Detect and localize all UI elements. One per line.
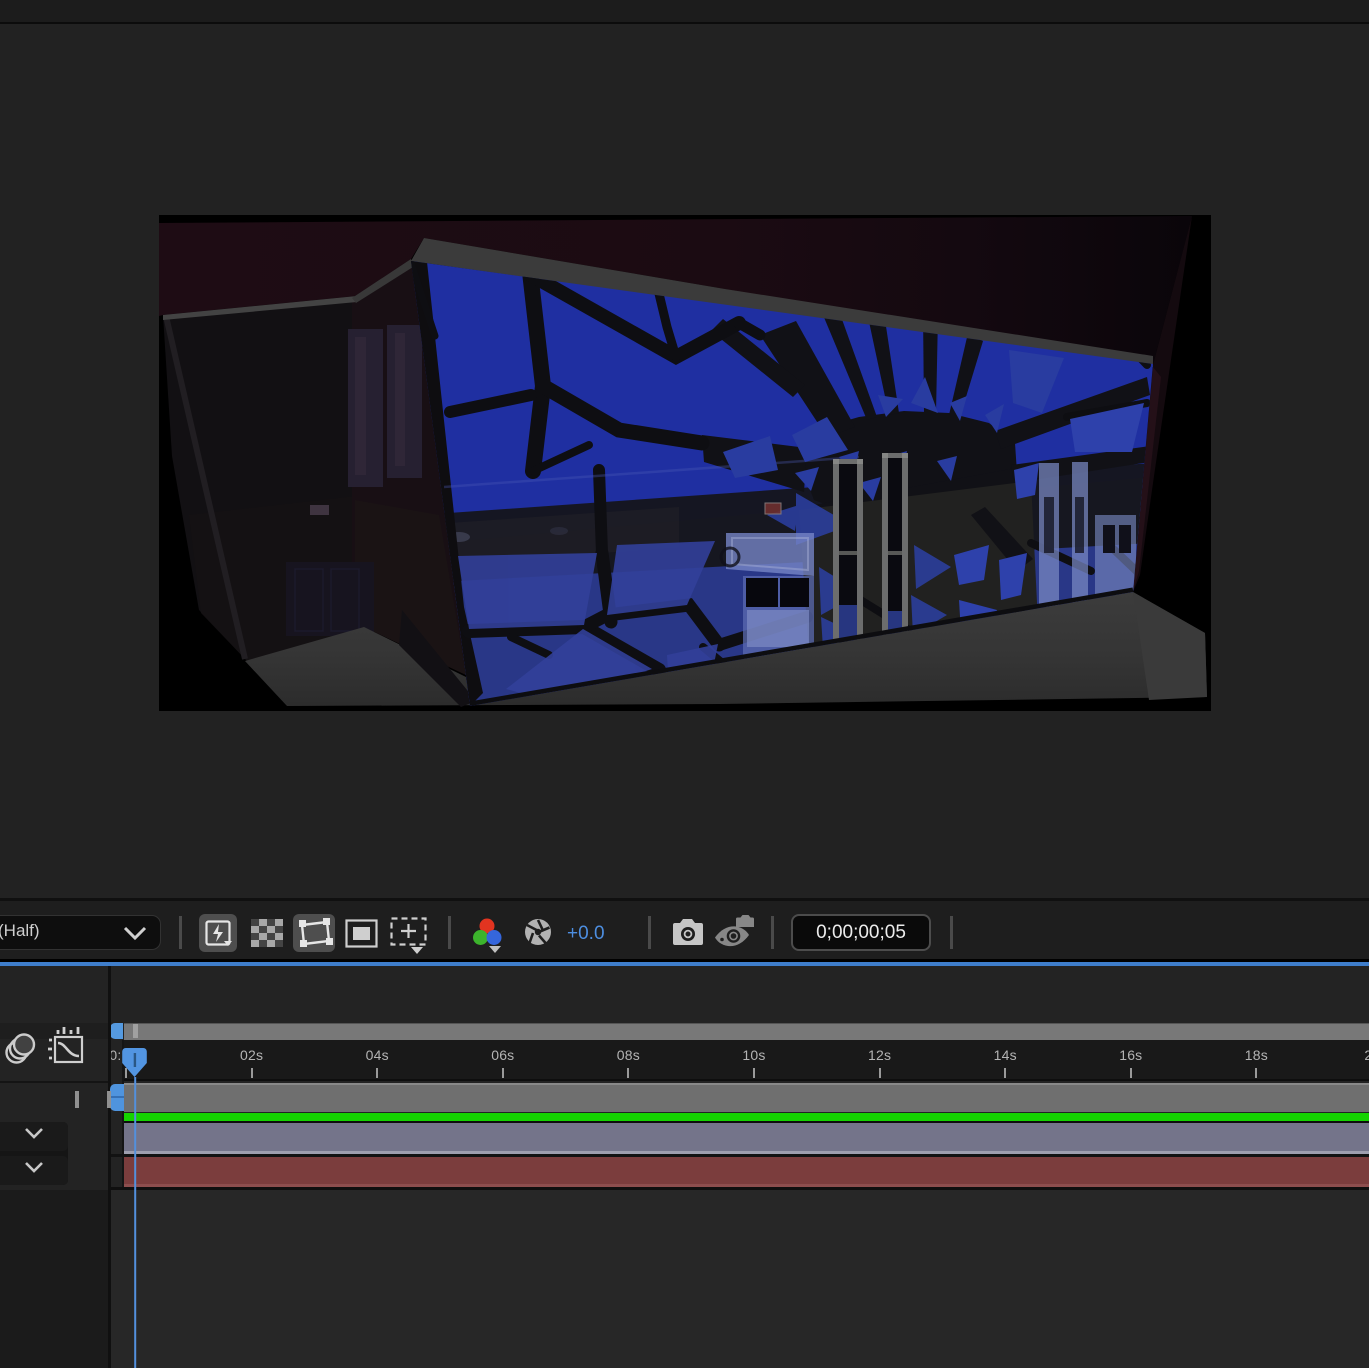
- svg-text:+0.0: +0.0: [567, 923, 605, 944]
